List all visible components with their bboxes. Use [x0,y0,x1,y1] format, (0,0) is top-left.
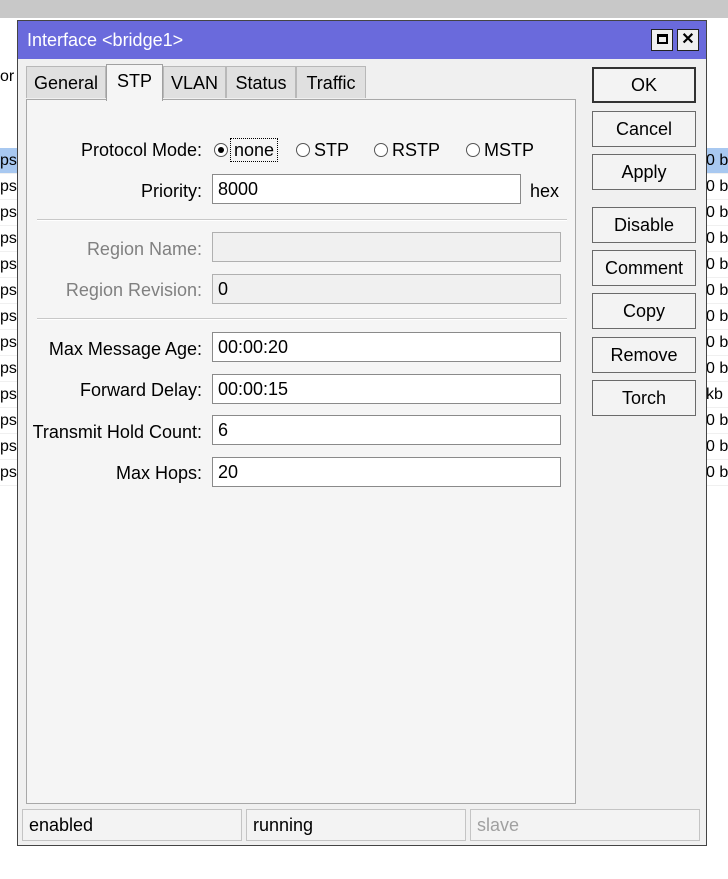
status-enabled: enabled [22,809,242,841]
max-message-age-label: Max Message Age: [48,339,202,359]
torch-button[interactable]: Torch [592,380,696,416]
separator [37,318,567,320]
transmit-hold-count-input[interactable]: 6 [212,415,561,445]
remove-button[interactable]: Remove [592,337,696,373]
radio-mstp-label: MSTP [484,140,535,160]
copy-button[interactable]: Copy [592,293,696,329]
radio-rstp-label: RSTP [392,140,441,160]
protocol-mode-label: Protocol Mode: [80,140,202,160]
region-revision-label: Region Revision: [65,280,202,300]
ok-button[interactable]: OK [592,67,696,103]
radio-unselected-icon [296,143,310,157]
priority-label: Priority: [140,181,202,201]
list-item[interactable]: 0 b [706,252,728,278]
priority-suffix: hex [530,181,560,201]
list-item[interactable]: 0 b [706,330,728,356]
list-item[interactable]: 0 b [706,226,728,252]
dialog-title: Interface <bridge1> [27,30,184,50]
list-item[interactable]: 0 b [706,278,728,304]
list-item[interactable]: kb [706,382,728,408]
tab-traffic[interactable]: Traffic [296,66,366,98]
radio-stp[interactable]: STP [296,140,349,161]
radio-none[interactable]: none [214,138,279,162]
interface-dialog: Interface <bridge1> ✕ General STP VLAN S… [17,20,707,846]
radio-unselected-icon [466,143,480,157]
priority-input[interactable]: 8000 [212,174,521,204]
max-hops-label: Max Hops: [115,463,202,483]
tab-general[interactable]: General [26,66,106,98]
close-icon: ✕ [681,31,695,48]
apply-button[interactable]: Apply [592,154,696,190]
background-window-titlebar [0,0,728,18]
list-item[interactable]: 0 b [706,434,728,460]
tab-stp[interactable]: STP [106,64,163,101]
list-item[interactable]: 0 b [706,174,728,200]
stp-panel: Protocol Mode: none STP RSTP MSTP Priori… [26,99,576,804]
background-header-fragment: or [0,68,15,85]
disable-button[interactable]: Disable [592,207,696,243]
dialog-titlebar[interactable]: Interface <bridge1> ✕ [18,21,706,59]
radio-mstp[interactable]: MSTP [466,140,534,161]
max-message-age-input[interactable]: 00:00:20 [212,332,561,362]
region-name-label: Region Name: [86,239,202,259]
list-item[interactable]: 0 b [706,408,728,434]
cancel-button[interactable]: Cancel [592,111,696,147]
region-revision-input[interactable]: 0 [212,274,561,304]
status-slave: slave [470,809,700,841]
tab-status[interactable]: Status [226,66,296,98]
radio-unselected-icon [374,143,388,157]
list-item[interactable]: 0 b [706,356,728,382]
radio-none-label: none [229,138,279,162]
status-running: running [246,809,466,841]
transmit-hold-count-label: Transmit Hold Count: [32,422,202,442]
comment-button[interactable]: Comment [592,250,696,286]
close-button[interactable]: ✕ [677,29,699,51]
radio-stp-label: STP [314,140,350,160]
maximize-icon [656,34,668,44]
list-item[interactable]: 0 b [706,200,728,226]
radio-rstp[interactable]: RSTP [374,140,440,161]
list-item[interactable]: 0 b [706,304,728,330]
tab-vlan[interactable]: VLAN [163,66,226,98]
max-hops-input[interactable]: 20 [212,457,561,487]
list-item[interactable]: 0 b [706,148,728,174]
forward-delay-input[interactable]: 00:00:15 [212,374,561,404]
background-list-right: 0 b 0 b 0 b 0 b 0 b 0 b 0 b 0 b 0 b kb 0… [706,148,728,486]
maximize-button[interactable] [651,29,673,51]
list-item[interactable]: 0 b [706,460,728,486]
separator [37,219,567,221]
radio-selected-icon [214,143,228,157]
region-name-input[interactable] [212,232,561,262]
forward-delay-label: Forward Delay: [79,380,202,400]
